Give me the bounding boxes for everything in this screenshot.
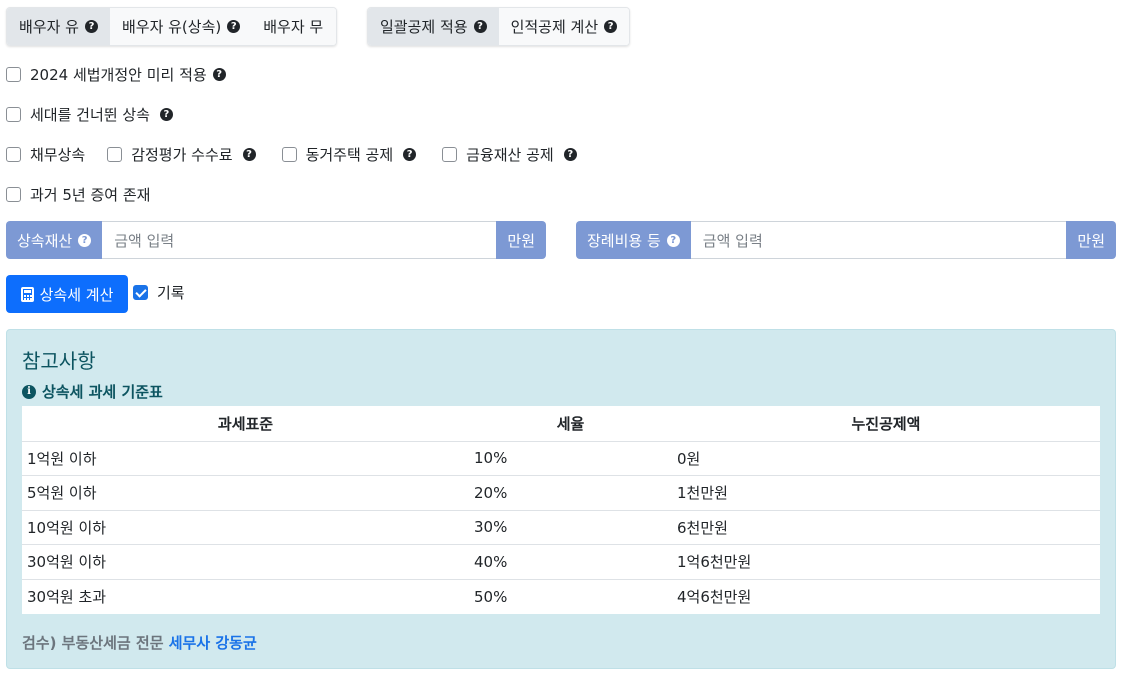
option-law-2024: 2024 세법개정안 미리 적용 ? — [6, 63, 246, 85]
spouse-no-tab[interactable]: 배우자 무 — [252, 8, 337, 45]
option-prior-gift: 과거 5년 증여 존재 — [6, 183, 170, 205]
help-icon[interactable]: ? — [403, 147, 417, 161]
personal-deduction-tab[interactable]: 인적공제 계산 ? — [498, 8, 630, 45]
estate-unit: 만원 — [496, 221, 546, 259]
option-generation-skip: 세대를 건너뛴 상속 ? — [6, 103, 193, 125]
cohabiting-house-checkbox[interactable] — [281, 146, 297, 162]
lump-sum-deduction-tab[interactable]: 일괄공제 적용 ? — [368, 8, 499, 45]
column-header: 세율 — [469, 406, 672, 442]
reference-title: 참고사항 — [22, 349, 96, 373]
reference-panel: 참고사항 i 상속세 과세 기준표 과세표준 세율 누진공제액 1억원 이하 1… — [6, 329, 1116, 669]
spouse-yes-tab[interactable]: 배우자 유 ? — [7, 8, 110, 45]
estate-label: 상속재산 ? — [6, 221, 103, 259]
table-row: 10억원 이하 30% 6천만원 — [22, 509, 1100, 545]
table-caption: i 상속세 과세 기준표 — [22, 381, 163, 402]
help-icon[interactable]: ? — [78, 233, 92, 247]
funeral-label: 장례비용 등 ? — [576, 221, 691, 259]
column-header: 과세표준 — [22, 406, 469, 442]
help-icon[interactable]: ? — [666, 233, 680, 247]
reviewer-credit: 검수) 부동산세금 전문 세무사 강동균 — [22, 634, 257, 652]
table-row: 30억원 이하 40% 1억6천만원 — [22, 544, 1100, 579]
prior-gift-checkbox[interactable] — [6, 186, 21, 202]
funeral-amount-input[interactable]: 금액 입력 — [690, 221, 1067, 259]
column-header: 누진공제액 — [672, 406, 1100, 442]
estate-input-group: 상속재산 ? 금액 입력 만원 — [6, 221, 546, 259]
table-row: 30억원 초과 50% 4억6천만원 — [22, 578, 1100, 614]
help-icon[interactable]: ? — [84, 20, 98, 33]
table-row: 1억원 이하 10% 0원 — [22, 440, 1100, 476]
help-icon[interactable]: ? — [227, 20, 241, 33]
deduction-selector: 일괄공제 적용 ? 인적공제 계산 ? — [367, 7, 631, 46]
appraisal-fee-checkbox[interactable] — [107, 146, 123, 162]
spouse-yes-inherit-tab[interactable]: 배우자 유(상속) ? — [109, 8, 253, 45]
funeral-unit: 만원 — [1066, 221, 1116, 259]
info-icon: i — [22, 384, 36, 399]
estate-amount-input[interactable]: 금액 입력 — [102, 221, 497, 259]
spouse-selector: 배우자 유 ? 배우자 유(상속) ? 배우자 무 — [6, 7, 338, 46]
option-row-deductions: 채무상속 감정평가 수수료 ? 동거주택 공제 ? 금융재산 공제 ? — [6, 143, 597, 165]
help-icon[interactable]: ? — [604, 20, 618, 33]
debt-checkbox[interactable] — [6, 146, 21, 162]
reviewer-link[interactable]: 세무사 강동균 — [169, 634, 257, 652]
help-icon[interactable]: ? — [159, 107, 173, 121]
funeral-input-group: 장례비용 등 ? 금액 입력 만원 — [576, 221, 1116, 259]
law-2024-checkbox[interactable] — [6, 66, 21, 82]
calculator-icon — [20, 286, 34, 302]
tax-rate-table: 과세표준 세율 누진공제액 1억원 이하 10% 0원 5억원 이하 20% 1… — [22, 406, 1100, 614]
record-checkbox[interactable] — [133, 285, 148, 300]
help-icon[interactable]: ? — [242, 147, 256, 161]
record-option: 기록 — [133, 282, 185, 303]
calculate-button[interactable]: 상속세 계산 — [6, 275, 128, 313]
table-row: 5억원 이하 20% 1천만원 — [22, 475, 1100, 510]
help-icon[interactable]: ? — [212, 67, 226, 81]
help-icon[interactable]: ? — [563, 147, 577, 161]
generation-skip-checkbox[interactable] — [6, 106, 21, 122]
financial-assets-checkbox[interactable] — [442, 146, 458, 162]
help-icon[interactable]: ? — [473, 20, 487, 33]
